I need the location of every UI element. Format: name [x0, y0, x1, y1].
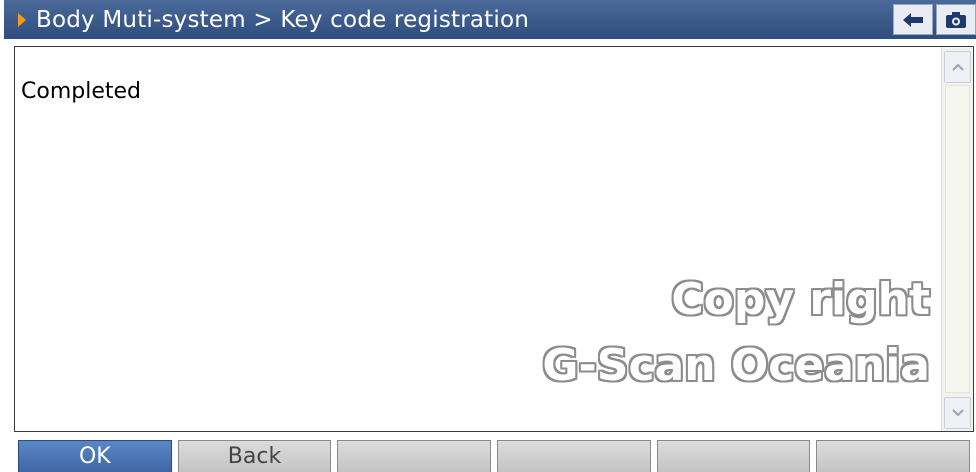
- page-title: Body Muti-system > Key code registration: [36, 6, 530, 33]
- function-button-5[interactable]: [656, 440, 811, 472]
- chevron-up-icon: [951, 63, 964, 71]
- vertical-scrollbar[interactable]: [941, 47, 973, 431]
- status-message: Completed: [21, 79, 141, 104]
- function-button-4[interactable]: [497, 440, 651, 472]
- function-button-3[interactable]: [337, 440, 492, 472]
- function-button-bar: OK Back: [18, 440, 976, 472]
- function-button-6[interactable]: [816, 440, 971, 472]
- title-bar: Body Muti-system > Key code registration: [4, 0, 976, 39]
- title-buttons: [890, 4, 976, 35]
- scrollbar-track[interactable]: [945, 85, 970, 393]
- back-text-button[interactable]: Back: [177, 440, 332, 472]
- scroll-down-button[interactable]: [944, 397, 971, 429]
- back-button[interactable]: [893, 4, 933, 35]
- watermark-line-2: G-Scan Oceania: [542, 340, 930, 391]
- camera-icon: [946, 11, 966, 28]
- chevron-down-icon: [951, 409, 964, 417]
- back-arrow-icon: [903, 12, 923, 27]
- watermark-line-1: Copy right: [671, 274, 930, 325]
- camera-button[interactable]: [936, 4, 976, 35]
- title-arrow-icon: [18, 12, 26, 27]
- scroll-up-button[interactable]: [944, 51, 971, 83]
- ok-button[interactable]: OK: [18, 440, 172, 472]
